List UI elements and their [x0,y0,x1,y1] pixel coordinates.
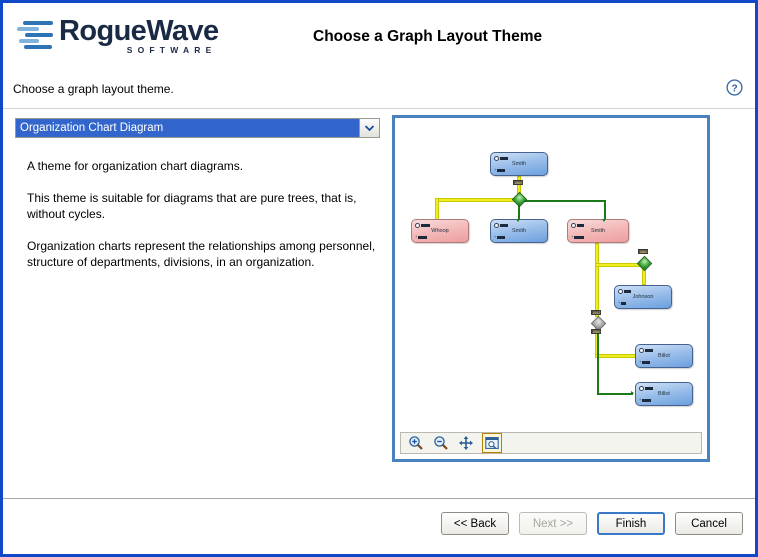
logo-word-rogue: Rogue [59,15,147,47]
node-label: Smith [511,228,527,234]
dialog-header: RogueWave SOFTWARE Choose a Graph Layout… [3,3,755,68]
edge-segment [597,328,599,394]
node-pin-icon [494,223,508,228]
zoom-out-icon[interactable] [432,434,450,452]
edge-arrow [602,219,606,222]
node-pin-icon: + [639,398,652,402]
junction-diamond [636,255,653,272]
node-pin-icon [618,289,631,294]
node-pin-icon [494,156,508,161]
edge-label: 1560 [513,180,524,185]
node-label: Whoop [431,228,449,234]
edge-arrow [631,391,634,395]
finish-button[interactable]: Finish [597,512,665,535]
edge-segment [435,198,523,202]
instruction-text: Choose a graph layout theme. [13,82,174,96]
description-paragraph-3: Organization charts represent the relati… [27,239,376,269]
graph-preview-canvas[interactable]: 1560 + Smith + Whoop + Smith + Smith 156… [395,118,707,424]
wizard-dialog: RogueWave SOFTWARE Choose a Graph Layout… [0,0,758,557]
node-pin-icon: + [415,235,428,239]
node-pin-icon: + [571,235,585,239]
edge-segment [595,243,599,317]
graph-preview-panel: 1560 + Smith + Whoop + Smith + Smith 156… [392,115,710,462]
logo-wordmark: RogueWave [59,16,219,46]
edge-label: 1560 [591,329,602,334]
node-label: Billot [658,391,670,397]
edge-segment [518,200,606,202]
junction-diamond [511,191,528,208]
node-pin-icon [639,386,653,391]
preview-toolbar [400,432,702,454]
graph-node[interactable]: + Smith [490,152,548,176]
next-button: Next >> [519,512,587,535]
help-question-icon[interactable]: ? [726,79,743,96]
rogue-wave-wave-mark [17,19,55,53]
zoom-in-icon[interactable] [407,434,425,452]
fit-to-window-icon[interactable] [482,433,502,453]
left-column: Organization Chart Diagram A theme for o… [15,118,382,286]
graph-node[interactable]: + Whoop [411,219,469,243]
graph-node[interactable]: + Billot [635,344,693,368]
page-title: Choose a Graph Layout Theme [313,28,543,45]
graph-node[interactable]: + Smith [567,219,629,243]
logo-word-wave: Wave [146,15,219,47]
edge-segment [597,393,633,395]
chevron-down-icon[interactable] [359,119,379,137]
description-paragraph-2: This theme is suitable for diagrams that… [27,191,357,221]
edge-segment [595,354,639,358]
node-pin-icon [639,348,653,353]
node-pin-icon: + [494,168,506,172]
dialog-content: Organization Chart Diagram A theme for o… [3,109,755,499]
cancel-button[interactable]: Cancel [675,512,743,535]
description-paragraph-1: A theme for organization chart diagrams. [27,159,244,173]
edge-label: 1542 [591,310,602,315]
node-label: Smith [590,228,606,234]
dialog-footer: << Back Next >> Finish Cancel [3,498,755,554]
rogue-wave-logo: RogueWave SOFTWARE [17,16,219,55]
node-pin-icon: + [494,235,506,239]
node-pin-icon [415,223,430,228]
theme-select-value[interactable]: Organization Chart Diagram [16,119,359,137]
graph-node[interactable]: + Johnson [614,285,672,309]
dialog-subheader: Choose a graph layout theme. ? [3,68,755,109]
back-button[interactable]: << Back [441,512,509,535]
node-pin-icon: + [618,301,627,305]
node-label: Johnson [632,294,654,300]
node-label: Smith [511,161,527,167]
edge-label: 1560 [638,249,649,254]
footer-button-group: << Back Next >> Finish Cancel [441,512,743,535]
node-pin-icon: + [639,360,651,364]
theme-select-dropdown[interactable]: Organization Chart Diagram [15,118,380,138]
svg-text:?: ? [731,83,737,94]
node-label: Billot [658,353,670,359]
edge-arrow [516,219,520,222]
theme-description: A theme for organization chart diagrams.… [15,158,377,270]
graph-node[interactable]: + Billot [635,382,693,406]
node-pin-icon [571,223,584,228]
pan-move-icon[interactable] [457,434,475,452]
graph-node[interactable]: + Smith [490,219,548,243]
